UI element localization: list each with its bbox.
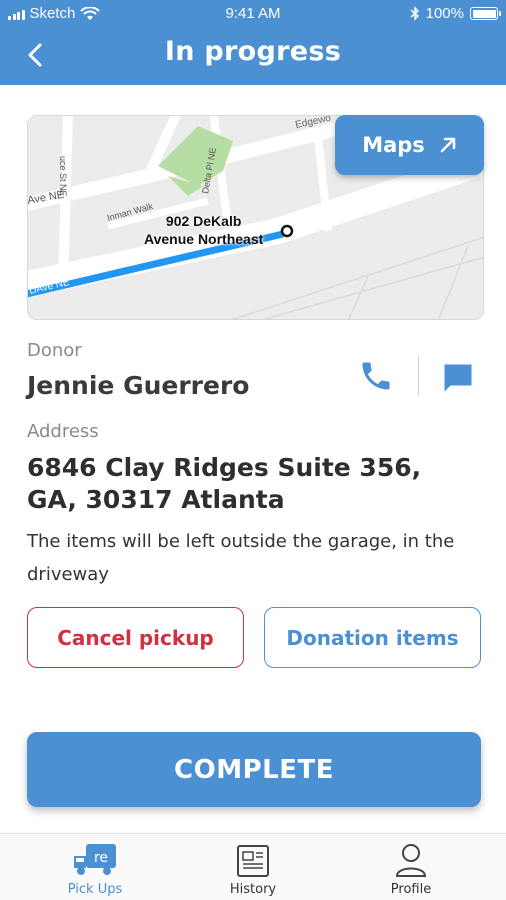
- address-line1: 6846 Clay Ridges Suite 356,: [27, 453, 422, 482]
- user-icon: [395, 844, 427, 877]
- map-address-line2: Avenue Northeast: [144, 231, 264, 247]
- battery-percent: 100%: [425, 5, 464, 22]
- map-address-label: 902 DeKalb Avenue Northeast: [144, 212, 263, 248]
- divider: [418, 355, 419, 395]
- status-right: 100%: [410, 5, 501, 22]
- tab-label: Pick Ups: [67, 882, 123, 897]
- tab-profile[interactable]: Profile: [351, 840, 471, 897]
- address-text: 6846 Clay Ridges Suite 356, GA, 30317 At…: [27, 452, 487, 516]
- donation-items-button[interactable]: Donation items: [264, 607, 481, 668]
- tab-label: Profile: [390, 882, 432, 897]
- open-maps-button[interactable]: Maps: [335, 115, 484, 175]
- address-label: Address: [27, 421, 99, 442]
- status-bar: Sketch 9:41 AM 100%: [0, 0, 506, 28]
- truck-icon: re: [74, 844, 116, 875]
- header-bar: Sketch 9:41 AM 100% In progress: [0, 0, 506, 85]
- street-label: uce St NE: [58, 156, 68, 197]
- external-arrow-icon: [440, 137, 456, 153]
- cancel-pickup-button[interactable]: Cancel pickup: [27, 607, 244, 668]
- newspaper-icon: [237, 845, 269, 877]
- maps-button-label: Maps: [362, 133, 425, 157]
- tab-bar: re Pick Ups History Profile: [0, 833, 506, 900]
- pickup-note: The items will be left outside the garag…: [27, 531, 455, 585]
- tab-history[interactable]: History: [193, 840, 313, 897]
- address-line2: GA, 30317 Atlanta: [27, 485, 285, 514]
- tab-pick-ups[interactable]: re Pick Ups: [35, 840, 155, 897]
- complete-button[interactable]: COMPLETE: [27, 732, 481, 807]
- phone-icon[interactable]: [358, 358, 394, 394]
- map-address-line1: 902 DeKalb: [165, 213, 242, 229]
- donor-label: Donor: [27, 340, 82, 361]
- tab-label: History: [229, 882, 277, 897]
- truck-icon-text: re: [94, 850, 108, 866]
- battery-icon: [470, 7, 501, 20]
- donor-name: Jennie Guerrero: [27, 371, 250, 400]
- bluetooth-icon: [410, 6, 419, 21]
- chat-bubble-icon[interactable]: [440, 360, 476, 396]
- page-title: In progress: [164, 36, 342, 67]
